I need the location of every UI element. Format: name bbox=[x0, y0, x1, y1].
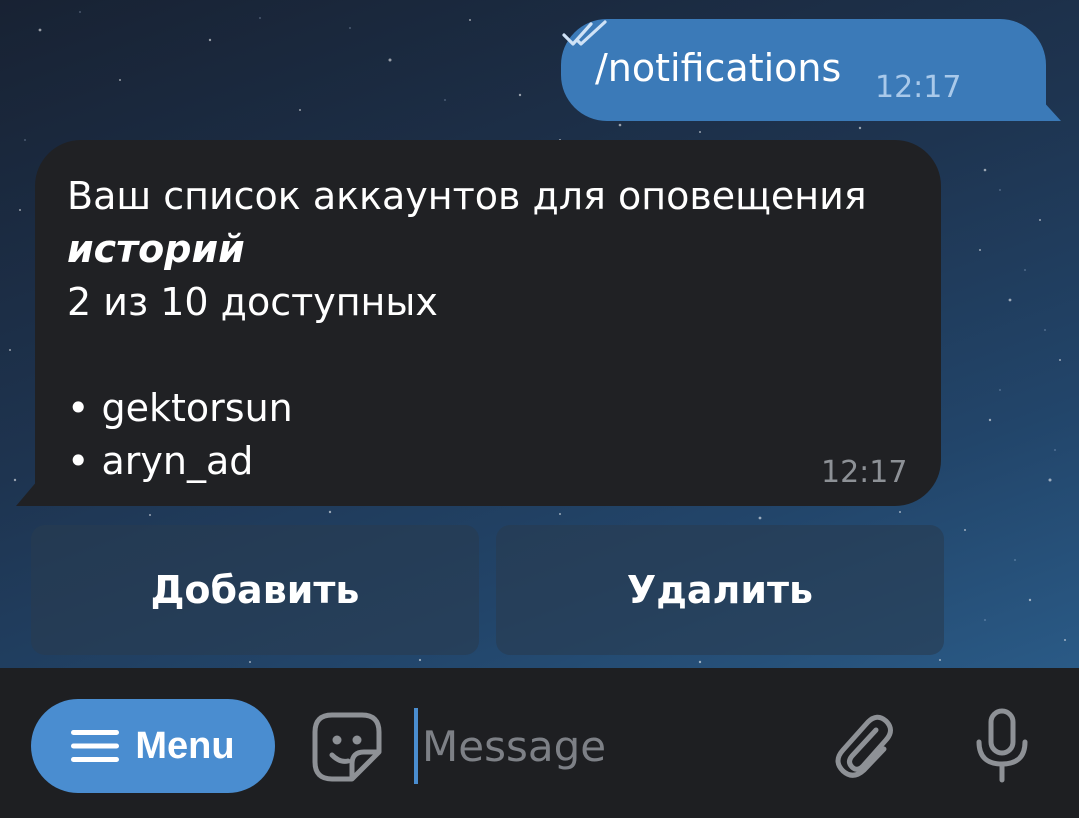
incoming-message-body: Ваш список аккаунтов для оповещения исто… bbox=[67, 170, 867, 488]
menu-button-label: Menu bbox=[135, 725, 235, 767]
message-line-3: 2 из 10 доступных bbox=[67, 280, 438, 324]
delete-button[interactable]: Удалить bbox=[496, 525, 944, 655]
incoming-message-bubble[interactable]: Ваш список аккаунтов для оповещения исто… bbox=[35, 140, 941, 506]
message-line-2: историй bbox=[67, 227, 245, 271]
outgoing-message-text: /notifications bbox=[595, 46, 842, 90]
message-input[interactable] bbox=[414, 708, 794, 784]
message-line-1: Ваш список аккаунтов для оповещения bbox=[67, 174, 867, 218]
paperclip-icon[interactable] bbox=[832, 710, 898, 782]
menu-button[interactable]: Menu bbox=[31, 699, 275, 793]
account-list-item: • aryn_ad bbox=[67, 439, 254, 483]
hamburger-icon bbox=[71, 730, 120, 762]
message-composer: Menu bbox=[0, 668, 1079, 818]
double-check-icon bbox=[562, 20, 607, 46]
incoming-message-time: 12:17 bbox=[821, 455, 908, 490]
outgoing-message-bubble[interactable]: /notifications 12:17 bbox=[561, 19, 1046, 121]
sticker-icon[interactable] bbox=[310, 710, 384, 784]
chat-background: /notifications 12:17 Ваш список аккаунто… bbox=[0, 0, 1079, 668]
outgoing-message-time: 12:17 bbox=[875, 70, 962, 105]
add-button[interactable]: Добавить bbox=[31, 525, 479, 655]
account-list-item: • gektorsun bbox=[67, 386, 293, 430]
microphone-icon[interactable] bbox=[972, 708, 1032, 784]
